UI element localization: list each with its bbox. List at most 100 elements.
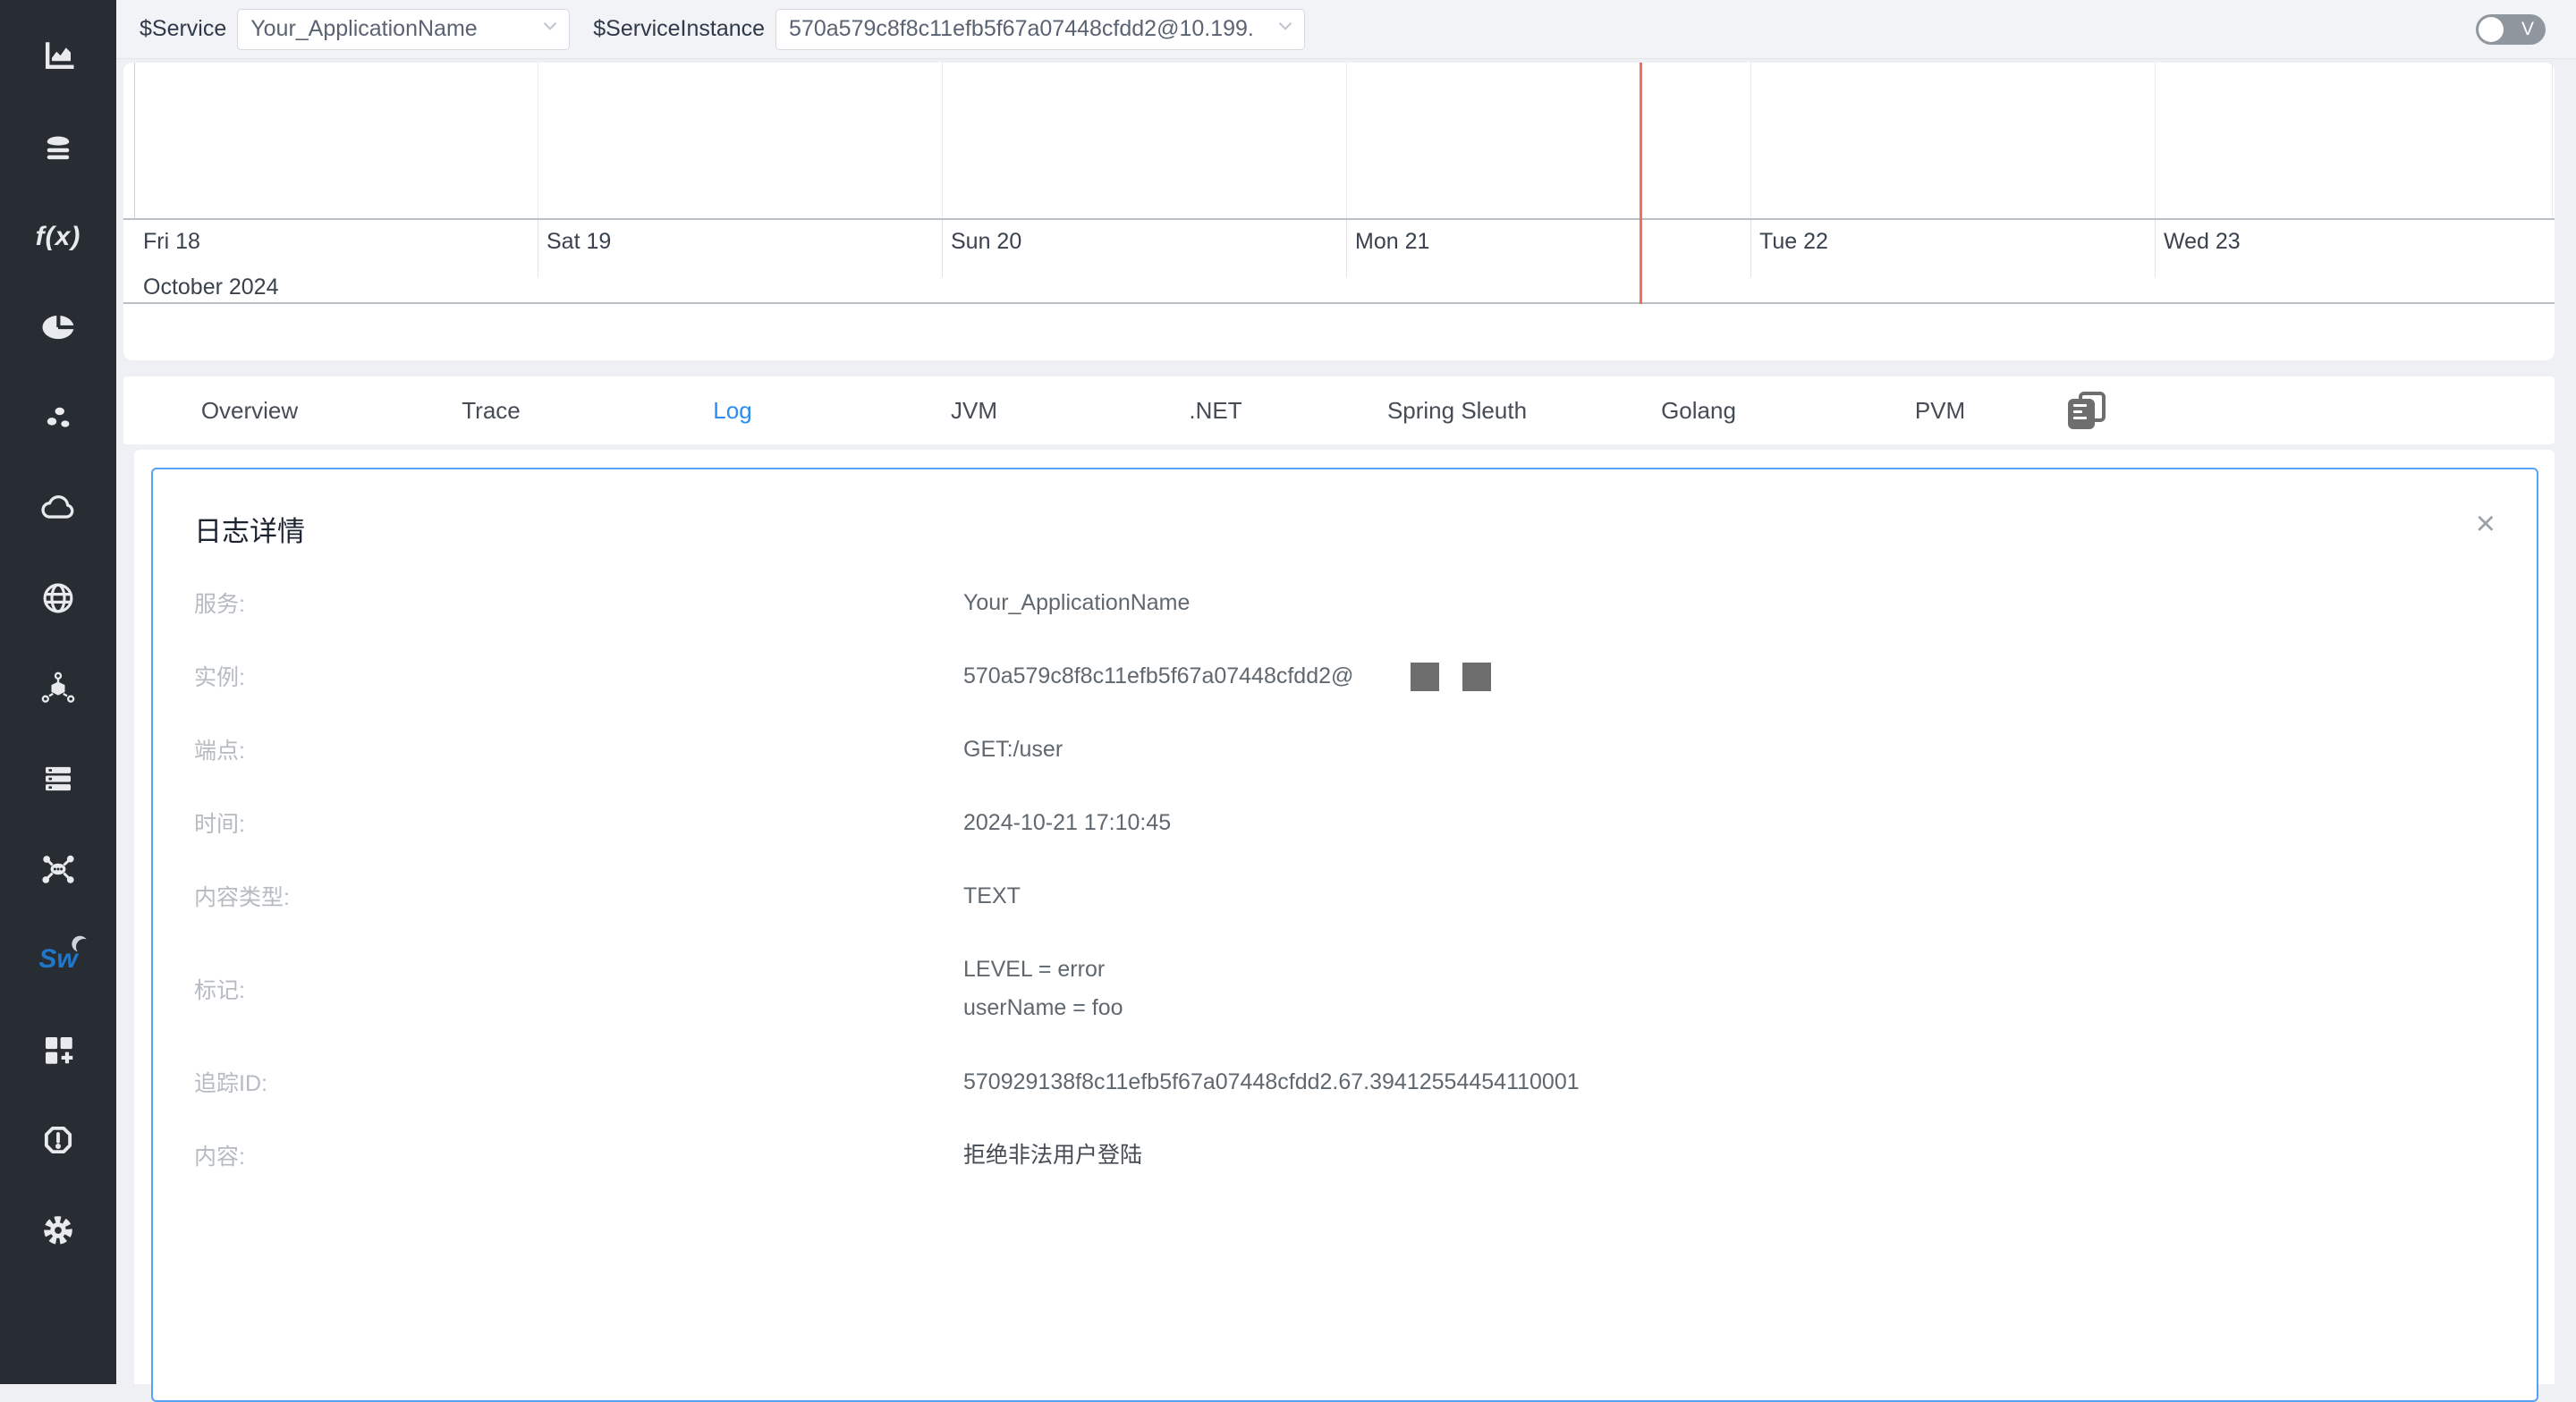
tab-jvm[interactable]: JVM xyxy=(853,397,1095,425)
axis-line xyxy=(123,302,2555,304)
cloud-icon xyxy=(38,488,78,528)
tab-spring-sleuth[interactable]: Spring Sleuth xyxy=(1336,397,1578,425)
dots-icon xyxy=(39,399,77,436)
missing-glyph-block xyxy=(1411,663,1439,691)
bar-chart-icon xyxy=(39,38,77,75)
field-row-endpoint: 端点: GET:/user xyxy=(194,713,2496,786)
sidebar-item-profile[interactable] xyxy=(0,307,116,348)
tab-log[interactable]: Log xyxy=(612,397,853,425)
service-label: $Service xyxy=(140,16,226,42)
sidebar-item-alarm[interactable] xyxy=(0,1119,116,1161)
service-instance-label: $ServiceInstance xyxy=(593,16,765,42)
sidebar-item-server-logs[interactable] xyxy=(0,758,116,799)
timeline-panel[interactable]: Fri 18 Sat 19 Sun 20 Mon 21 Tue 22 Wed 2… xyxy=(123,63,2555,360)
tab-golang[interactable]: Golang xyxy=(1578,397,1819,425)
field-label: 标记: xyxy=(194,973,963,1005)
settings-gear-icon xyxy=(39,1212,77,1249)
tag-line: userName = foo xyxy=(963,989,1123,1027)
field-value: 2024-10-21 17:10:45 xyxy=(963,804,1171,842)
sidebar-item-topology[interactable] xyxy=(0,849,116,890)
cell-line xyxy=(942,220,943,277)
sidebar-item-dashboard[interactable] xyxy=(0,36,116,77)
chevron-down-icon xyxy=(538,14,562,44)
field-value: 570929138f8c11efb5f67a07448cfdd2.67.3941… xyxy=(963,1063,1580,1102)
close-icon[interactable]: × xyxy=(2476,507,2496,541)
field-value: GET:/user xyxy=(963,731,1063,769)
topbar: $Service Your_ApplicationName $ServiceIn… xyxy=(116,0,2576,59)
grid-line xyxy=(134,63,135,218)
log-detail-modal: 日志详情 × 服务: Your_ApplicationName 实例: 570a… xyxy=(151,468,2538,1402)
cell-line xyxy=(1346,220,1347,277)
day-label: Tue 22 xyxy=(1759,229,1828,255)
field-label: 实例: xyxy=(194,660,963,692)
grid-line xyxy=(1346,63,1347,218)
field-value: TEXT xyxy=(963,877,1021,916)
sidebar-item-settings[interactable] xyxy=(0,1210,116,1251)
sidebar-item-cloud[interactable] xyxy=(0,487,116,528)
cell-line xyxy=(2155,220,2156,277)
layers-icon xyxy=(39,128,77,165)
sidebar-item-dashboard-new[interactable] xyxy=(0,1029,116,1070)
globe-icon xyxy=(39,579,77,617)
day-label: Mon 21 xyxy=(1355,229,1429,255)
service-instance-select[interactable]: 570a579c8f8c11efb5f67a07448cfdd2@10.199.… xyxy=(775,9,1305,50)
skywalking-logo: Sw xyxy=(38,944,77,975)
cell-line xyxy=(1750,220,1751,277)
field-row-instance: 实例: 570a579c8f8c11efb5f67a07448cfdd2@ xyxy=(194,639,2496,713)
field-value: LEVEL = error userName = foo xyxy=(963,950,1123,1027)
service-select[interactable]: Your_ApplicationName xyxy=(237,9,570,50)
field-label: 端点: xyxy=(194,733,963,765)
tab-overview[interactable]: Overview xyxy=(129,397,370,425)
field-label: 服务: xyxy=(194,587,963,619)
grid-line xyxy=(2155,63,2156,218)
sidebar-item-browser[interactable] xyxy=(0,578,116,619)
field-row-trace-id: 追踪ID: 570929138f8c11efb5f67a07448cfdd2.6… xyxy=(194,1045,2496,1119)
day-label: Fri 18 xyxy=(143,229,200,255)
service-select-value: Your_ApplicationName xyxy=(250,16,477,42)
tab-trace[interactable]: Trace xyxy=(370,397,612,425)
cube-network-icon xyxy=(40,671,76,706)
sidebar-item-skywalking[interactable]: Sw xyxy=(0,939,116,980)
sidebar-item-sampling[interactable] xyxy=(0,397,116,438)
alarm-hexagon-icon xyxy=(39,1121,77,1159)
log-document-icon[interactable] xyxy=(2066,390,2107,431)
day-label: Sun 20 xyxy=(951,229,1021,255)
dashboard-add-icon xyxy=(39,1031,77,1068)
tab-bar: Overview Trace Log JVM .NET Spring Sleut… xyxy=(123,376,2555,444)
field-label: 内容类型: xyxy=(194,880,963,912)
tab-dotnet[interactable]: .NET xyxy=(1095,397,1336,425)
missing-glyph-block xyxy=(1462,663,1491,691)
service-instance-select-value: 570a579c8f8c11efb5f67a07448cfdd2@10.199.… xyxy=(789,16,1254,42)
function-icon: f(x) xyxy=(36,222,81,252)
field-value: 570a579c8f8c11efb5f67a07448cfdd2@ xyxy=(963,657,1491,696)
field-label: 内容: xyxy=(194,1139,963,1171)
grid-line xyxy=(942,63,943,218)
field-row-content: 内容: 拒绝非法用户登陆 xyxy=(194,1119,2496,1192)
toggle-label: V xyxy=(2521,19,2534,40)
topology-icon xyxy=(38,849,78,889)
grid-line xyxy=(1750,63,1751,218)
axis-line xyxy=(123,218,2555,220)
sidebar-item-layers[interactable] xyxy=(0,126,116,167)
month-label: October 2024 xyxy=(143,274,279,300)
current-time-marker xyxy=(1640,63,1642,304)
document-front-sheet xyxy=(2068,399,2095,429)
server-list-icon xyxy=(39,760,77,798)
sidebar-item-functions[interactable]: f(x) xyxy=(0,216,116,258)
modal-title: 日志详情 xyxy=(194,509,305,549)
grid-line xyxy=(2552,63,2553,218)
chevron-down-icon xyxy=(1274,14,1297,44)
field-value: 拒绝非法用户登陆 xyxy=(963,1136,1142,1175)
pie-chart-icon xyxy=(39,308,77,346)
sidebar: f(x) Sw xyxy=(0,0,116,1384)
sidebar-item-infrastructure[interactable] xyxy=(0,668,116,709)
tab-pvm[interactable]: PVM xyxy=(1819,397,2061,425)
field-label: 时间: xyxy=(194,807,963,839)
field-row-content-type: 内容类型: TEXT xyxy=(194,859,2496,933)
field-row-tags: 标记: LEVEL = error userName = foo xyxy=(194,933,2496,1045)
tag-line: LEVEL = error xyxy=(963,950,1123,989)
toggle-knob xyxy=(2479,17,2504,42)
field-label: 追踪ID: xyxy=(194,1066,963,1098)
version-toggle[interactable]: V xyxy=(2476,14,2546,45)
field-value: Your_ApplicationName xyxy=(963,584,1190,622)
